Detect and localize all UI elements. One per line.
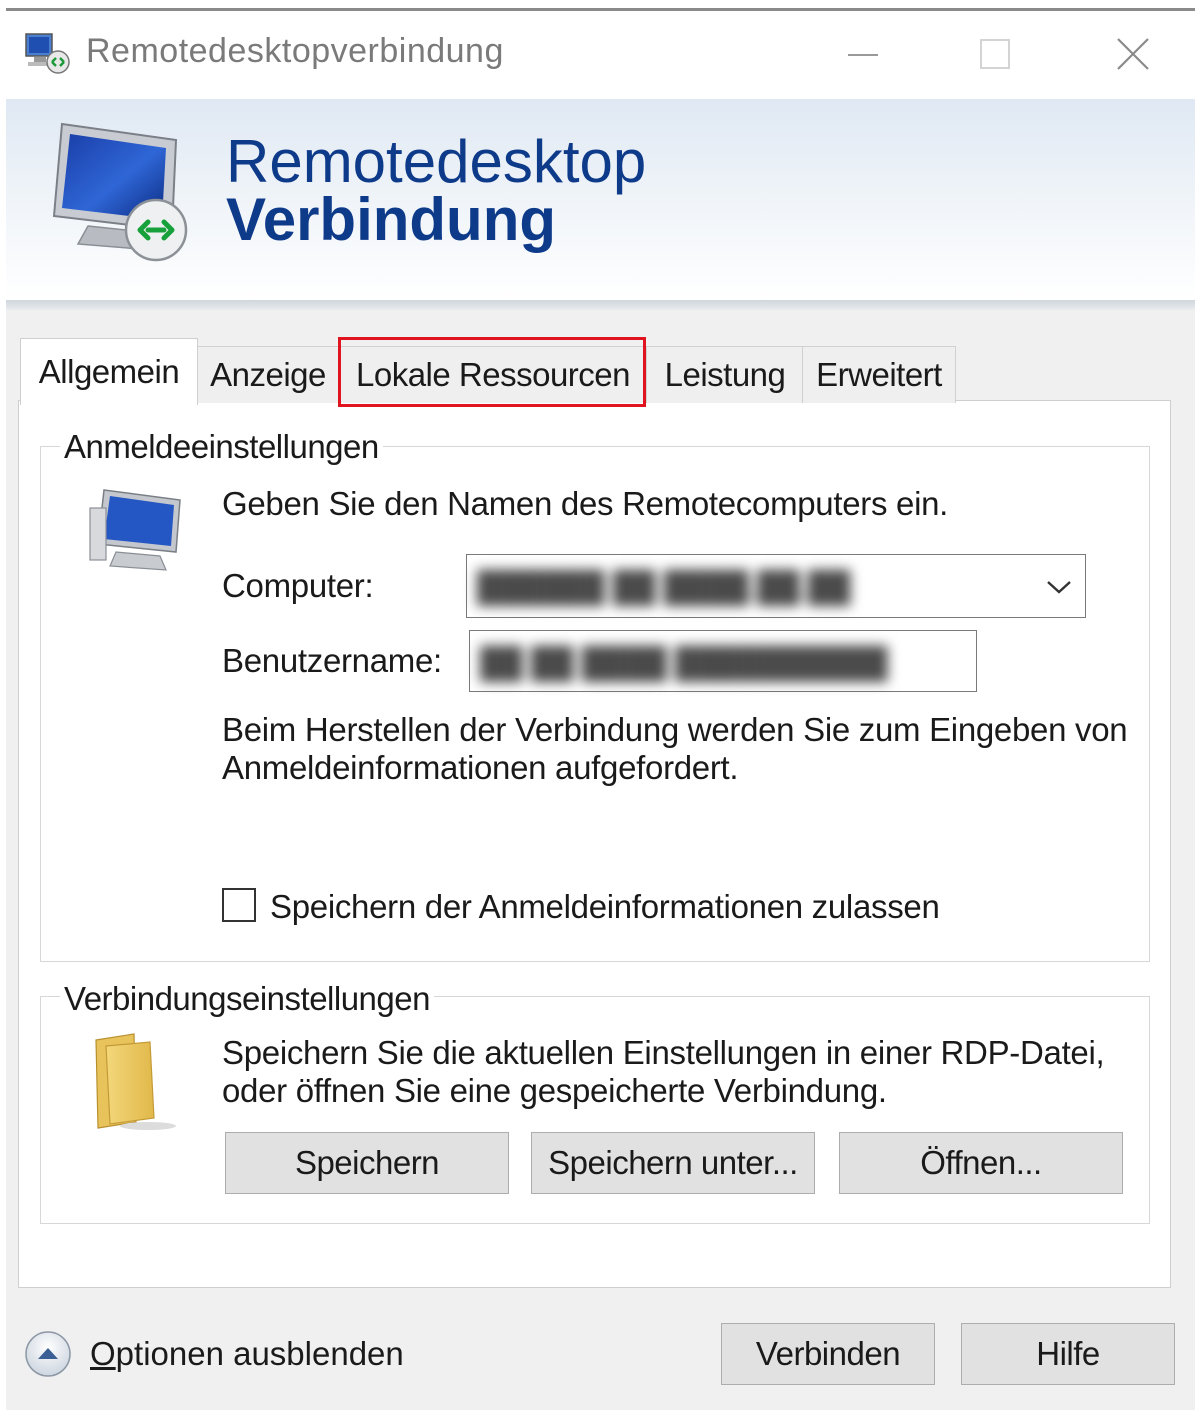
close-icon	[1117, 38, 1149, 70]
connection-text-line1: Speichern Sie die aktuellen Einstellunge…	[222, 1034, 1105, 1071]
credentials-info-line1: Beim Herstellen der Verbindung werden Si…	[222, 711, 1128, 748]
username-label: Benutzername:	[222, 642, 442, 679]
remote-desktop-monitor-icon	[48, 118, 198, 268]
login-settings-group	[40, 446, 1150, 962]
chevron-down-icon[interactable]	[1045, 577, 1073, 597]
help-button[interactable]: Hilfe	[961, 1323, 1175, 1385]
options-toggle-link[interactable]: Optionen ausblenden	[90, 1335, 404, 1373]
login-settings-legend: Anmeldeeinstellungen	[60, 428, 383, 466]
computer-label: Computer:	[222, 567, 374, 604]
connection-text-line2: oder öffnen Sie eine gespeicherte Verbin…	[222, 1072, 887, 1109]
tab-erweitert[interactable]: Erweitert	[802, 346, 956, 403]
connection-settings-legend: Verbindungseinstellungen	[60, 980, 434, 1018]
tab-leistung[interactable]: Leistung	[646, 346, 804, 403]
options-accelerator: O	[90, 1335, 116, 1372]
connect-button[interactable]: Verbinden	[721, 1323, 935, 1385]
credentials-info-line2: Anmeldeinformationen aufgefordert.	[222, 749, 739, 786]
banner-title-line2: Verbindung	[226, 186, 556, 253]
save-credentials-label[interactable]: Speichern der Anmeldeinformationen zulas…	[270, 888, 940, 926]
minimize-button[interactable]	[828, 24, 898, 84]
collapse-options-icon[interactable]	[24, 1330, 72, 1378]
login-instruction-text: Geben Sie den Namen des Remotecomputers …	[222, 485, 949, 522]
computer-combobox[interactable]: ██████ ██ ████.██.██	[466, 554, 1086, 618]
maximize-icon	[980, 39, 1010, 69]
tab-allgemein[interactable]: Allgemein	[20, 338, 198, 405]
maximize-button[interactable]	[960, 24, 1030, 84]
window-title: Remotedesktopverbindung	[86, 32, 504, 70]
folder-icon	[92, 1032, 182, 1132]
highlight-box	[338, 337, 646, 407]
username-value: ██ ██ ████ ██████████	[480, 647, 888, 680]
save-credentials-checkbox[interactable]	[222, 888, 256, 922]
computer-icon	[86, 486, 186, 576]
computer-value: ██████ ██ ████.██.██	[477, 571, 851, 604]
close-button[interactable]	[1098, 24, 1168, 84]
banner-divider	[6, 300, 1195, 310]
open-button[interactable]: Öffnen...	[839, 1132, 1123, 1194]
remote-desktop-app-icon	[24, 32, 72, 76]
options-label: ptionen ausblenden	[115, 1335, 404, 1372]
save-button[interactable]: Speichern	[225, 1132, 509, 1194]
tab-anzeige[interactable]: Anzeige	[196, 346, 340, 403]
minimize-icon	[848, 54, 878, 56]
save-as-button[interactable]: Speichern unter...	[531, 1132, 815, 1194]
username-field[interactable]: ██ ██ ████ ██████████	[469, 630, 977, 692]
